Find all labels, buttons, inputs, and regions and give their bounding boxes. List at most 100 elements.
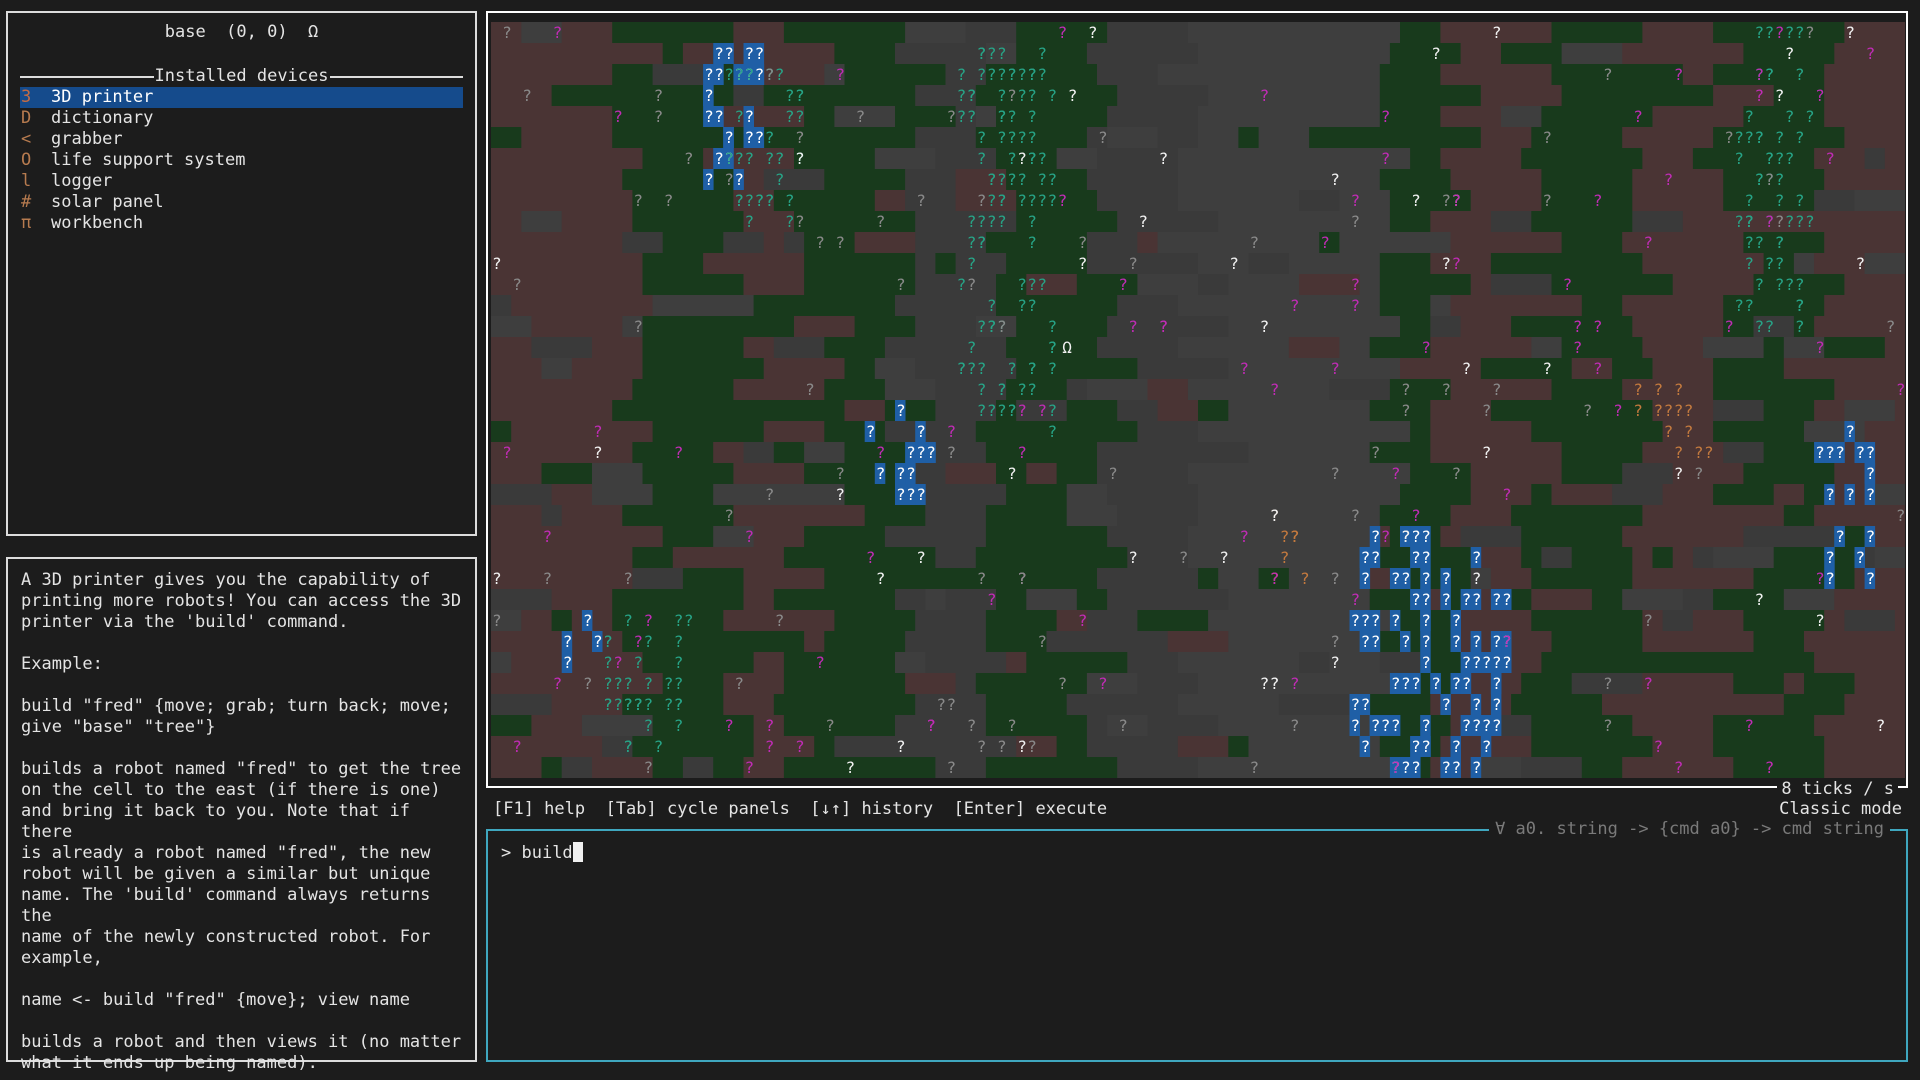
unknown-entity-icon: ? [1674, 443, 1684, 462]
terrain-cell [693, 589, 744, 610]
unknown-entity-icon: ? [1744, 212, 1754, 231]
terrain-cell [1591, 610, 1643, 631]
repl-input-value[interactable]: build [521, 843, 572, 863]
terrain-cell [662, 43, 684, 64]
terrain-cell [1723, 694, 1785, 715]
terrain-cell [733, 379, 765, 400]
terrain-cell [1228, 190, 1249, 211]
terrain-cell [1299, 211, 1330, 232]
terrain-cell [1662, 85, 1714, 106]
terrain-cell [1379, 169, 1401, 190]
unknown-entity-icon: ? [755, 44, 765, 63]
unknown-entity-icon: ? [967, 338, 977, 357]
unknown-entity-icon: ? [593, 443, 603, 462]
terrain-cell [874, 694, 916, 715]
terrain-cell [1793, 253, 1815, 274]
terrain-cell [1824, 85, 1866, 106]
info-panel[interactable]: A 3D printer gives you the capability of… [6, 557, 477, 1073]
device-item[interactable]: Ddictionary [20, 108, 463, 129]
terrain-cell [1339, 484, 1401, 505]
world-map[interactable]: ????????????????????????????????????????… [491, 22, 1905, 778]
unknown-entity-icon: ? [1441, 380, 1451, 399]
terrain-cell [1127, 484, 1148, 505]
terrain-cell [1844, 106, 1905, 127]
unknown-entity-icon: ? [1674, 758, 1684, 777]
terrain-cell [1894, 400, 1905, 421]
terrain-cell [1097, 64, 1118, 85]
unknown-entity-icon: ? [1633, 380, 1643, 399]
unknown-entity-icon: ? [1037, 44, 1047, 63]
unknown-entity-icon: ? [1421, 611, 1431, 630]
terrain-cell [713, 295, 755, 316]
terrain-cell [521, 43, 553, 64]
unknown-entity-icon: ? [765, 737, 775, 756]
terrain-cell [1511, 400, 1552, 421]
terrain-cell [1389, 190, 1411, 211]
base-robot-icon[interactable]: Ω [1062, 338, 1072, 357]
terrain-cell [1187, 442, 1249, 463]
unknown-entity-icon: ? [825, 716, 835, 735]
terrain-cell [1379, 652, 1421, 673]
unknown-entity-icon: ? [724, 44, 734, 63]
mode-indicator: Classic mode [1779, 799, 1902, 819]
unknown-entity-icon: ? [734, 170, 744, 189]
terrain-cell [1581, 757, 1603, 778]
unknown-entity-icon: ? [1643, 611, 1653, 630]
terrain-cell [1076, 568, 1098, 589]
device-item[interactable]: Olife support system [20, 150, 463, 171]
terrain-cell [1198, 295, 1239, 316]
device-item[interactable]: l logger [20, 171, 463, 192]
device-item[interactable]: 3 3D printer [20, 87, 463, 108]
terrain-cell [682, 757, 714, 778]
unknown-entity-icon: ? [896, 401, 906, 420]
terrain-cell [1187, 379, 1229, 400]
unknown-entity-icon: ? [1058, 191, 1068, 210]
repl-panel[interactable]: ∀ a0. string -> {cmd a0} -> cmd string >… [486, 819, 1908, 1062]
device-list[interactable]: 3 3D printer Ddictionary < grabber Olife supp… [20, 87, 463, 234]
terrain-cell [1299, 106, 1330, 127]
unknown-entity-icon: ? [1401, 569, 1411, 588]
unknown-entity-icon: ? [1351, 590, 1361, 609]
unknown-entity-icon: ? [1371, 527, 1381, 546]
unknown-entity-icon: ? [947, 695, 957, 714]
terrain-cell [1046, 526, 1108, 547]
device-item[interactable]: π workbench [20, 213, 463, 234]
terrain-cell [763, 421, 825, 442]
terrain-cell [1834, 358, 1896, 379]
unknown-entity-icon: ? [916, 422, 926, 441]
unknown-entity-icon: ? [674, 716, 684, 735]
terrain-cell [1157, 85, 1209, 106]
unknown-entity-icon: ? [1371, 443, 1381, 462]
unknown-entity-icon: ? [1775, 275, 1785, 294]
terrain-cell [864, 505, 926, 526]
terrain-cell [1804, 169, 1825, 190]
terrain-cell [1278, 274, 1300, 295]
terrain-cell [1723, 442, 1765, 463]
world-panel[interactable]: ????????????????????????????????????????… [486, 11, 1908, 800]
terrain-cell [511, 421, 573, 442]
terrain-cell [854, 757, 886, 778]
terrain-cell [491, 673, 522, 694]
unknown-entity-icon: ? [1351, 611, 1361, 630]
unknown-entity-icon: ? [1472, 716, 1482, 735]
unknown-entity-icon: ? [684, 611, 694, 630]
terrain-cell [491, 232, 522, 253]
terrain-cell [1703, 757, 1734, 778]
terrain-cell [1622, 526, 1684, 547]
terrain-cell [1420, 484, 1472, 505]
device-item[interactable]: < grabber [20, 129, 463, 150]
terrain-cell [531, 190, 593, 211]
repl-input[interactable]: > build [501, 842, 583, 864]
unknown-entity-icon: ? [1795, 23, 1805, 42]
unknown-entity-icon: ? [1805, 212, 1815, 231]
terrain-cell [662, 253, 684, 274]
device-item[interactable]: # solar panel [20, 192, 463, 213]
unknown-entity-icon: ? [765, 149, 775, 168]
terrain-cell [1501, 442, 1563, 463]
terrain-cell [1258, 757, 1310, 778]
unknown-entity-icon: ? [1744, 233, 1754, 252]
terrain-cell [874, 547, 936, 568]
terrain-cell [1440, 526, 1462, 547]
robot-panel[interactable]: base (0, 0) Ω Installed devices 3 3D prin… [6, 11, 477, 536]
terrain-cell [814, 211, 835, 232]
